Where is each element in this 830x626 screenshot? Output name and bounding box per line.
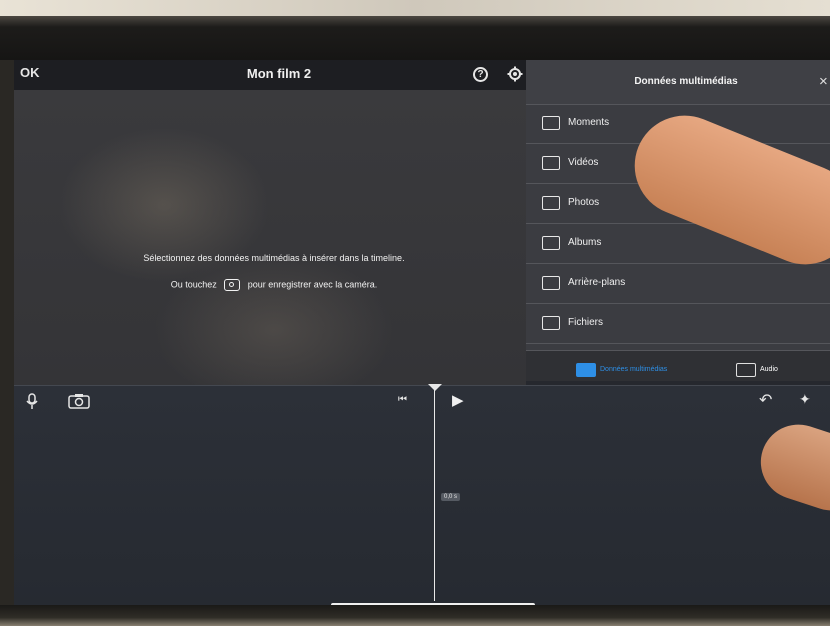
- device-bezel-top: [0, 0, 830, 60]
- gear-icon[interactable]: [507, 66, 523, 82]
- media-item-label: Fichiers: [568, 317, 604, 328]
- skip-to-start-icon[interactable]: ⏮: [398, 394, 407, 405]
- media-item-label: Vidéos: [568, 157, 599, 168]
- media-item-label: Moments: [568, 117, 610, 128]
- viewer-instruction: Sélectionnez des données multimédias à i…: [143, 253, 405, 263]
- media-item-files[interactable]: Fichiers: [526, 304, 830, 344]
- playhead-marker: [428, 384, 442, 391]
- media-panel-tabs: Données multimédias Audio: [526, 350, 830, 381]
- music-note-icon: [736, 362, 756, 377]
- camera-hint-suffix: pour enregistrer avec la caméra.: [247, 279, 378, 290]
- tab-media[interactable]: Données multimédias: [576, 361, 667, 379]
- viewer-camera-hint: Ou touchez pour enregistrer avec la camé…: [84, 279, 464, 291]
- top-toolbar: OK Mon film 2 ?: [14, 60, 526, 90]
- media-item-backgrounds[interactable]: Arrière-plans: [526, 264, 830, 304]
- camera-icon[interactable]: [68, 393, 90, 409]
- media-item-label: Arrière-plans: [568, 277, 626, 288]
- undo-icon[interactable]: ↶: [759, 390, 772, 410]
- folder-icon: [542, 316, 560, 330]
- project-title: Mon film 2: [246, 66, 312, 81]
- album-icon: [542, 236, 560, 250]
- moments-icon: [542, 116, 560, 130]
- media-panel-header: Données multimédias ×: [526, 60, 830, 105]
- tab-audio[interactable]: Audio: [736, 361, 778, 379]
- media-tab-icon: [576, 362, 596, 377]
- media-item-label: Photos: [568, 197, 600, 208]
- background-icon: [542, 276, 560, 290]
- microphone-icon[interactable]: [26, 393, 38, 410]
- device-bezel-bottom: [0, 605, 830, 626]
- camera-icon[interactable]: [224, 279, 241, 291]
- audio-waveform-icon[interactable]: ✦: [799, 391, 811, 408]
- tab-audio-label: Audio: [760, 366, 778, 374]
- film-icon: [542, 156, 560, 170]
- media-panel-title: Données multimédias: [634, 76, 738, 87]
- time-indicator: 0,0 s: [441, 493, 461, 501]
- media-item-label: Albums: [568, 237, 602, 248]
- play-icon[interactable]: ▶: [452, 391, 464, 409]
- help-icon[interactable]: ?: [473, 67, 488, 82]
- playhead[interactable]: [434, 386, 435, 601]
- tab-media-label: Données multimédias: [600, 366, 668, 374]
- ok-button[interactable]: OK: [20, 65, 40, 80]
- timeline[interactable]: ⏮ ▶ ↶ ✦ 0,0 s: [14, 384, 830, 606]
- photo-icon: [542, 196, 560, 210]
- camera-hint-prefix: Ou touchez: [170, 279, 217, 290]
- close-icon[interactable]: ×: [819, 73, 828, 90]
- video-viewer: Sélectionnez des données multimédias à i…: [14, 90, 526, 385]
